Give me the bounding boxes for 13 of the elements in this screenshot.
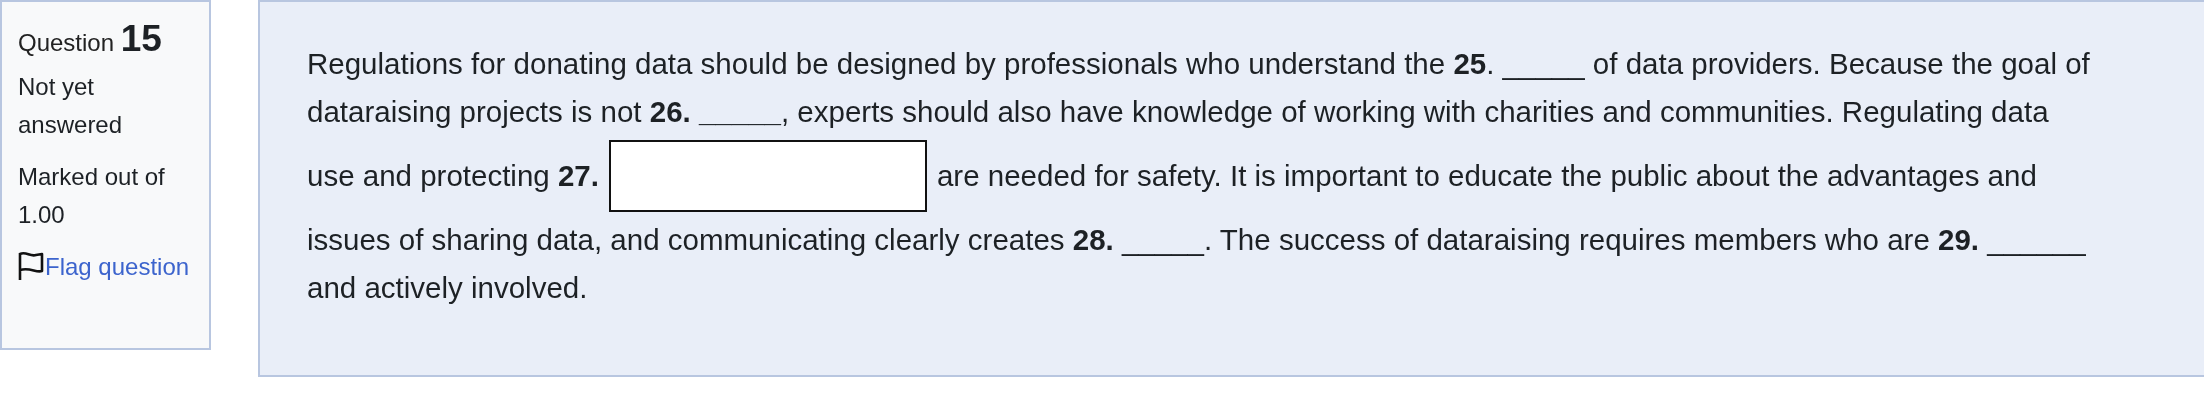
question-text: use and protecting 27. [307, 158, 599, 194]
flag-icon[interactable] [18, 251, 44, 281]
question-text: dataraising projects is not 26. _____, experts should also have knowledge of working with charities and communities. Regulating data [307, 95, 2049, 128]
question-marks: Marked out of 1.00 [18, 162, 166, 230]
question-text: are needed for safety. It is important to educate the public about the advantages and [936, 158, 2037, 194]
flag-question-link[interactable]: Flag question [45, 253, 190, 280]
answer-field[interactable] [608, 140, 927, 212]
question-status: Not yet answered [18, 72, 124, 140]
question-text: and actively involved. [307, 271, 588, 304]
question-text: issues of sharing data, and communicating clearly creates 28. _____. The success of dataraising requires members who are 29. ______ [307, 223, 2086, 256]
question-text: Regulations for donating data should be designed by professionals who understand the 25. _____ of data providers. Because the goal of [307, 47, 2090, 80]
question-label: Question [18, 29, 115, 56]
question-number: 15 [120, 18, 162, 59]
